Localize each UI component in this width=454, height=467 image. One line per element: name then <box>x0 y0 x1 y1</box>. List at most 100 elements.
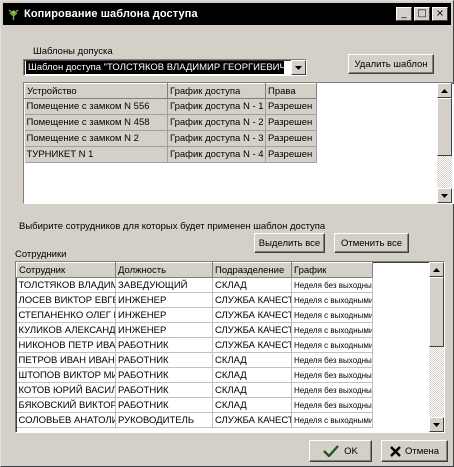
cancel-button[interactable]: Отмена <box>381 440 448 462</box>
templates-scrollbar[interactable] <box>437 83 452 203</box>
schedule-cell: Неделя без выходных <box>291 352 373 368</box>
table-row[interactable]: Помещение с замком N 2 График доступа N … <box>24 130 317 147</box>
position-cell: РАБОТНИК <box>115 337 213 353</box>
instruction-text: Выбирите сотрудников для которых будет п… <box>19 221 326 232</box>
employee-cell: ЛОСЕВ ВИКТОР ЕВГЕНЬЕВ <box>16 292 116 308</box>
title-bar[interactable]: Копирование шаблона доступа _ □ × <box>3 3 451 25</box>
schedule-cell: График доступа N - 4 <box>167 146 266 163</box>
table-row[interactable]: ТОЛСТЯКОВ ВЛАДИМИР ЗАВЕДУЮЩИЙ СКЛАД Неде… <box>16 277 373 293</box>
table-row[interactable]: Помещение с замком N 458 График доступа … <box>24 114 317 131</box>
column-header[interactable]: Подразделение <box>212 262 292 278</box>
check-icon <box>323 445 340 457</box>
department-cell: СКЛАД <box>212 277 292 293</box>
employee-cell: ШТОПОВ ВИКТОР МИХАЙ <box>16 367 116 383</box>
copy-template-dialog: Копирование шаблона доступа _ □ × Шаблон… <box>0 0 454 467</box>
department-cell: СКЛАД <box>212 367 292 383</box>
employee-cell: СОЛОВЬЕВ АНАТОЛИЙ <box>16 412 116 428</box>
position-cell: РУКОВОДИТЕЛЬ <box>115 412 213 428</box>
device-cell: Помещение с замком N 2 <box>24 130 168 147</box>
position-cell: РАБОТНИК <box>115 367 213 383</box>
schedule-cell: Неделя без выходных <box>291 382 373 398</box>
deselect-all-button[interactable]: Отменить все <box>334 233 409 253</box>
select-all-button[interactable]: Выделить все <box>254 233 325 253</box>
rights-cell: Разрешен <box>265 98 317 115</box>
table-row[interactable]: СОЛОВЬЕВ АНАТОЛИЙ РУКОВОДИТЕЛЬ СЛУЖБА КА… <box>16 412 373 428</box>
column-header[interactable]: Должность <box>115 262 213 278</box>
close-icon <box>390 445 401 457</box>
table-row[interactable]: КУЛИКОВ АЛЕКСАНДР ИНЖЕНЕР СЛУЖБА КАЧЕСТВ… <box>16 322 373 338</box>
column-header[interactable]: Сотрудник <box>16 262 116 278</box>
device-cell: Помещение с замком N 556 <box>24 98 168 115</box>
position-cell: РАБОТНИК <box>115 397 213 413</box>
chevron-down-icon <box>441 193 448 198</box>
table-row[interactable]: БЯКОВСКИЙ ВИКТОР РАБОТНИК СКЛАД Неделя б… <box>16 397 373 413</box>
ok-label: OK <box>344 445 358 457</box>
scroll-down-button[interactable] <box>437 188 452 203</box>
department-cell: СЛУЖБА КАЧЕСТВА <box>212 307 292 323</box>
column-header[interactable]: Устройство <box>24 83 168 99</box>
employee-cell: СТЕПАНЕНКО ОЛЕГ ЕВГ <box>16 307 116 323</box>
scroll-up-button[interactable] <box>437 83 452 98</box>
rights-cell: Разрешен <box>265 146 317 163</box>
employees-header-row: Сотрудник Должность Подразделение График <box>16 262 373 278</box>
window-title: Копирование шаблона доступа <box>24 8 198 20</box>
department-cell: СЛУЖБА КАЧЕСТВА <box>212 337 292 353</box>
rights-cell: Разрешен <box>265 114 317 131</box>
employees-label: Сотрудники <box>15 249 67 260</box>
ok-button[interactable]: OK <box>309 440 372 462</box>
minimize-button[interactable]: _ <box>396 7 412 21</box>
scroll-thumb[interactable] <box>429 277 444 347</box>
position-cell: ИНЖЕНЕР <box>115 307 213 323</box>
employees-scrollbar[interactable] <box>429 262 444 432</box>
chevron-down-icon <box>433 422 440 427</box>
department-cell: СЛУЖБА КАЧЕСТВА <box>212 412 292 428</box>
close-button[interactable]: × <box>432 7 448 21</box>
column-header[interactable]: График <box>291 262 373 278</box>
schedule-cell: График доступа N - 1 <box>167 98 266 115</box>
templates-header-row: Устройство График доступа Права <box>24 83 317 99</box>
position-cell: РАБОТНИК <box>115 352 213 368</box>
delete-template-button[interactable]: Удалить шаблон <box>348 54 434 74</box>
templates-grid: Устройство График доступа Права Помещени… <box>24 83 317 163</box>
template-select-value: Шаблон доступа "ТОЛСТЯКОВ ВЛАДИМИР ГЕОРГ… <box>26 61 284 74</box>
department-cell: СКЛАД <box>212 352 292 368</box>
chevron-up-icon <box>433 267 440 272</box>
position-cell: ИНЖЕНЕР <box>115 322 213 338</box>
column-header[interactable]: График доступа <box>167 83 266 99</box>
table-row[interactable]: КОТОВ ЮРИЙ ВАСИЛЬЕВИЧ РАБОТНИК СКЛАД Нед… <box>16 382 373 398</box>
employee-cell: КОТОВ ЮРИЙ ВАСИЛЬЕВИЧ <box>16 382 116 398</box>
table-row[interactable]: Помещение с замком N 556 График доступа … <box>24 98 317 115</box>
table-row[interactable]: ПЕТРОВ ИВАН ИВАНОВИЧ РАБОТНИК СКЛАД Неде… <box>16 352 373 368</box>
table-row[interactable]: ШТОПОВ ВИКТОР МИХАЙ РАБОТНИК СКЛАД Недел… <box>16 367 373 383</box>
employees-grid: Сотрудник Должность Подразделение График… <box>16 262 373 428</box>
position-cell: ЗАВЕДУЮЩИЙ <box>115 277 213 293</box>
employee-cell: НИКОНОВ ПЕТР ИВАНОВ <box>16 337 116 353</box>
schedule-cell: Неделя с выходными <box>291 292 373 308</box>
column-header[interactable]: Права <box>265 83 317 99</box>
schedule-cell: Неделя без выходных <box>291 367 373 383</box>
employee-cell: ТОЛСТЯКОВ ВЛАДИМИР <box>16 277 116 293</box>
table-row[interactable]: СТЕПАНЕНКО ОЛЕГ ЕВГ ИНЖЕНЕР СЛУЖБА КАЧЕС… <box>16 307 373 323</box>
schedule-cell: График доступа N - 2 <box>167 114 266 131</box>
scroll-up-button[interactable] <box>429 262 444 277</box>
scroll-thumb[interactable] <box>437 98 452 156</box>
department-cell: СЛУЖБА КАЧЕСТВА <box>212 292 292 308</box>
table-row[interactable]: НИКОНОВ ПЕТР ИВАНОВ РАБОТНИК СЛУЖБА КАЧЕ… <box>16 337 373 353</box>
scroll-down-button[interactable] <box>429 417 444 432</box>
cancel-label: Отмена <box>404 445 440 457</box>
templates-label: Шаблоны допуска <box>33 46 113 57</box>
table-row[interactable]: ЛОСЕВ ВИКТОР ЕВГЕНЬЕВ ИНЖЕНЕР СЛУЖБА КАЧ… <box>16 292 373 308</box>
rights-cell: Разрешен <box>265 130 317 147</box>
department-cell: СКЛАД <box>212 382 292 398</box>
department-cell: СЛУЖБА КАЧЕСТВА <box>212 322 292 338</box>
template-select[interactable]: Шаблон доступа "ТОЛСТЯКОВ ВЛАДИМИР ГЕОРГ… <box>23 59 307 76</box>
device-cell: ТУРНИКЕТ N 1 <box>24 146 168 163</box>
table-row[interactable]: ТУРНИКЕТ N 1 График доступа N - 4 Разреш… <box>24 146 317 163</box>
device-cell: Помещение с замком N 458 <box>24 114 168 131</box>
schedule-cell: Неделя с выходными <box>291 322 373 338</box>
employees-table: Сотрудник Должность Подразделение График… <box>15 261 445 433</box>
employee-cell: ПЕТРОВ ИВАН ИВАНОВИЧ <box>16 352 116 368</box>
template-dropdown-button[interactable] <box>291 60 306 75</box>
schedule-cell: График доступа N - 3 <box>167 130 266 147</box>
maximize-button[interactable]: □ <box>414 7 430 21</box>
